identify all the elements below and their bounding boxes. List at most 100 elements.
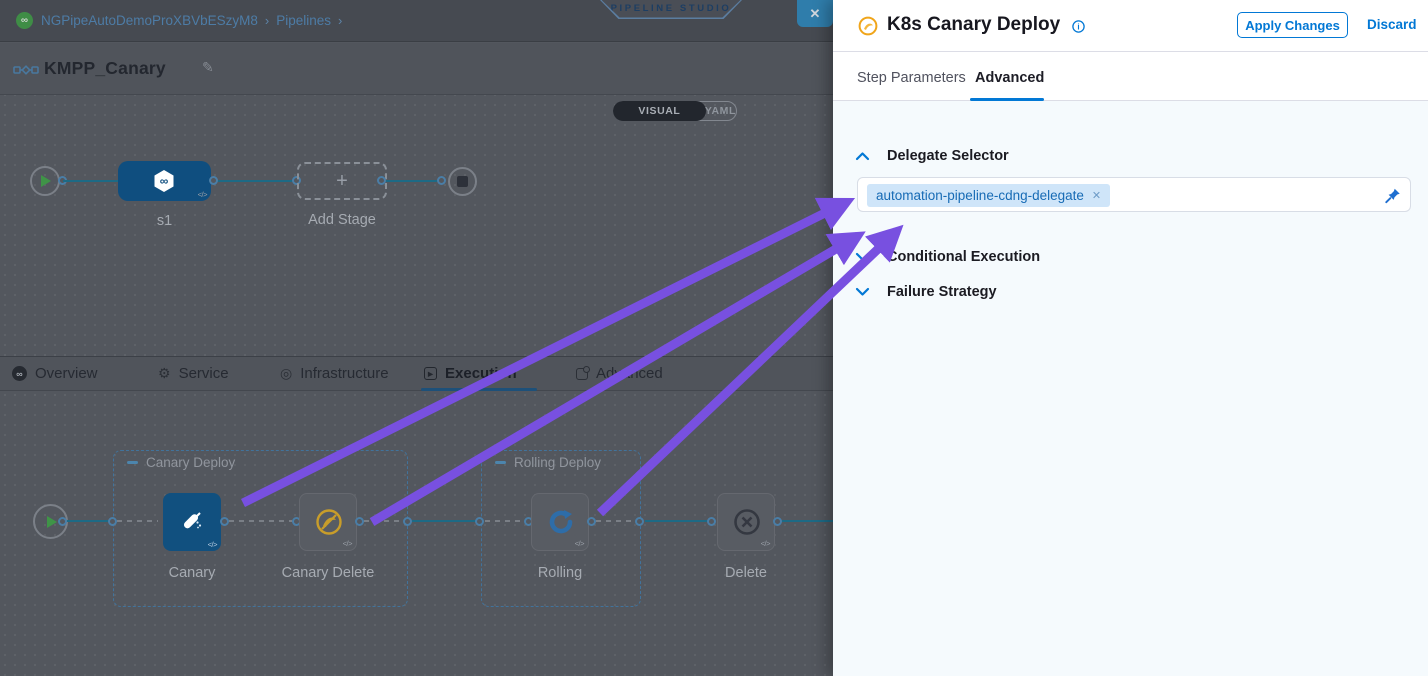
chevron-down-icon[interactable]: [855, 252, 870, 262]
code-icon: </>: [575, 539, 584, 548]
close-drawer-button[interactable]: ✕: [797, 0, 833, 27]
breadcrumb-pipelines[interactable]: Pipelines: [276, 13, 331, 28]
tab-advanced-panel[interactable]: Advanced: [975, 70, 1044, 86]
connector-port: [707, 517, 716, 526]
connector-line-dashed: [229, 520, 292, 522]
collapse-group-icon[interactable]: [127, 461, 138, 464]
tab-step-parameters[interactable]: Step Parameters: [857, 70, 966, 86]
pipeline-studio-badge: PIPELINE STUDIO: [600, 0, 742, 19]
edit-pipeline-icon[interactable]: ✎: [202, 59, 214, 76]
execution-icon: ▶: [424, 367, 437, 380]
chevron-down-icon[interactable]: [855, 287, 870, 297]
stop-icon: [457, 176, 468, 187]
section-delegate-selector[interactable]: Delegate Selector: [887, 148, 1009, 164]
toggle-visual[interactable]: VISUAL: [613, 101, 706, 121]
breadcrumb-separator: ›: [338, 13, 342, 28]
breadcrumb-separator: ›: [265, 13, 269, 28]
code-icon: </>: [761, 539, 770, 548]
connector-port: [475, 517, 484, 526]
connector-port: [377, 176, 386, 185]
drawer-header: K8s Canary Deploy i Apply Changes Discar…: [833, 0, 1428, 52]
connector-port: [773, 517, 782, 526]
connector-port: [403, 517, 412, 526]
breadcrumb-project[interactable]: NGPipeAutoDemoProXBVbESzyM8: [41, 13, 258, 28]
apply-changes-button[interactable]: Apply Changes: [1237, 12, 1348, 38]
plus-icon: +: [336, 170, 348, 193]
pipeline-icon: [13, 62, 39, 78]
step-canary-delete-label: Canary Delete: [278, 565, 378, 581]
connector-port: [635, 517, 644, 526]
connector-port: [209, 176, 218, 185]
rolling-deploy-icon: [547, 508, 575, 536]
connector-port: [108, 517, 117, 526]
remove-chip-icon[interactable]: ✕: [1092, 189, 1101, 202]
connector-line: [67, 520, 108, 522]
connector-line-dashed: [485, 520, 524, 522]
k8s-canary-step-icon: [858, 16, 878, 36]
connector-line-dashed: [596, 520, 635, 522]
info-icon[interactable]: i: [1072, 20, 1085, 33]
pipeline-name: KMPP_Canary: [44, 58, 166, 79]
tab-infrastructure[interactable]: ◎ Infrastructure: [280, 357, 389, 390]
visual-yaml-toggle[interactable]: VISUAL YAML: [613, 101, 737, 121]
overview-icon: ∞: [12, 366, 27, 381]
group-rolling-deploy-label[interactable]: Rolling Deploy: [495, 455, 601, 470]
collapse-group-icon[interactable]: [495, 461, 506, 464]
connector-port: [58, 517, 67, 526]
chevron-up-icon[interactable]: [855, 151, 870, 161]
tab-execution[interactable]: ▶ Execution: [424, 357, 517, 390]
add-stage-button[interactable]: +: [297, 162, 387, 200]
section-failure-strategy[interactable]: Failure Strategy: [887, 284, 997, 300]
stage-tabs: ∞ Overview ⚙ Service ◎ Infrastructure ▶ …: [0, 356, 833, 391]
active-tab-underline: [970, 98, 1044, 101]
step-rolling[interactable]: </>: [531, 493, 589, 551]
code-icon: </>: [208, 540, 217, 549]
pipeline-toolbar: KMPP_Canary ✎ VISUAL YAML: [0, 43, 833, 95]
step-rolling-label: Rolling: [511, 565, 609, 581]
step-group-canary-deploy[interactable]: [113, 450, 408, 607]
tab-service[interactable]: ⚙ Service: [158, 357, 229, 390]
connector-port: [437, 176, 446, 185]
drawer-tabs: Step Parameters Advanced: [833, 52, 1428, 101]
connector-line: [63, 180, 118, 182]
step-canary-delete[interactable]: </>: [299, 493, 357, 551]
code-icon: </>: [343, 539, 352, 548]
connector-line: [386, 180, 437, 182]
close-icon: ✕: [810, 6, 821, 22]
tab-advanced-label: Advanced: [596, 365, 663, 382]
canary-delete-icon: [314, 507, 344, 537]
step-canary-label: Canary: [143, 565, 241, 581]
delete-step-icon: [732, 507, 762, 537]
group-canary-deploy-label[interactable]: Canary Deploy: [127, 455, 235, 470]
step-delete[interactable]: </>: [717, 493, 775, 551]
pin-icon[interactable]: [1384, 187, 1402, 205]
code-icon: </>: [198, 190, 207, 199]
pipeline-studio-badge-label: PIPELINE STUDIO: [611, 3, 732, 14]
play-icon: [41, 175, 51, 187]
stage-s1[interactable]: ∞ </>: [118, 161, 211, 201]
connector-port: [220, 517, 229, 526]
pipeline-end-node: [448, 167, 477, 196]
step-canary[interactable]: </>: [163, 493, 221, 551]
infrastructure-icon: ◎: [280, 365, 292, 382]
add-stage-label: Add Stage: [287, 212, 397, 228]
active-tab-underline: [421, 388, 537, 391]
harness-project-icon: ∞: [16, 12, 33, 29]
play-icon: [47, 516, 57, 528]
advanced-icon: [576, 368, 588, 380]
discard-button[interactable]: Discard: [1367, 17, 1417, 32]
step-title: K8s Canary Deploy: [887, 14, 1060, 36]
tab-advanced[interactable]: Advanced: [576, 357, 663, 390]
connector-line: [782, 520, 833, 522]
section-conditional-execution[interactable]: Conditional Execution: [887, 249, 1040, 265]
connector-line-dashed: [364, 520, 403, 522]
toggle-yaml[interactable]: YAML: [705, 102, 736, 120]
tab-overview[interactable]: ∞ Overview: [12, 357, 98, 390]
canary-deploy-icon: [177, 506, 207, 536]
tab-execution-label: Execution: [445, 365, 517, 382]
pipeline-studio-canvas[interactable]: ∞ NGPipeAutoDemoProXBVbESzyM8 › Pipeline…: [0, 0, 833, 676]
connector-line: [645, 520, 707, 522]
delegate-selector-input[interactable]: automation-pipeline-cdng-delegate ✕: [857, 177, 1411, 212]
deploy-stage-icon: ∞: [152, 169, 176, 193]
step-config-drawer: K8s Canary Deploy i Apply Changes Discar…: [833, 0, 1428, 676]
